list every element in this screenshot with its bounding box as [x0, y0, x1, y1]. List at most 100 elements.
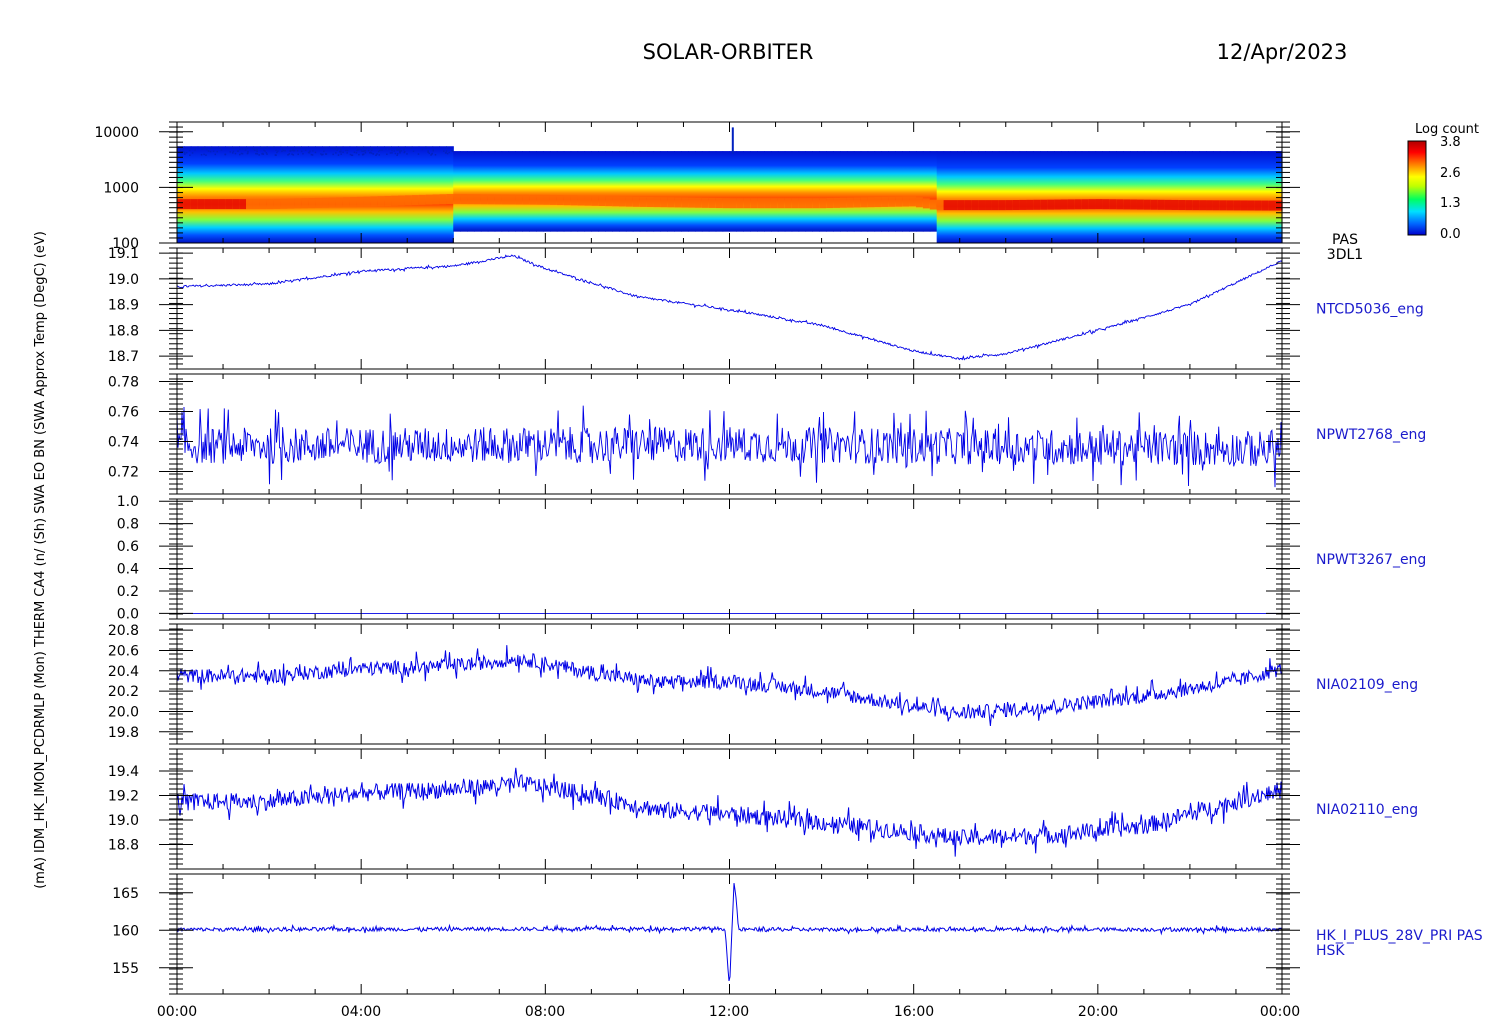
- panel-frame: [176, 247, 1283, 370]
- spectrogram-peak: [619, 196, 627, 207]
- spectrogram-speck: [264, 150, 266, 152]
- spectrogram-column: [266, 146, 275, 243]
- spectrogram-column: [1019, 151, 1028, 243]
- spectrogram-column: [301, 146, 309, 243]
- spectrogram-speck: [184, 153, 186, 155]
- spectrogram-speck: [289, 150, 291, 152]
- x-tick-label: 16:00: [894, 1004, 934, 1020]
- spectrogram-peak: [377, 196, 385, 207]
- panel-frame: [176, 873, 1283, 995]
- spectrogram-column: [391, 146, 399, 243]
- spectrogram-column: [1088, 151, 1097, 243]
- spectrogram-peak: [453, 193, 461, 204]
- spectrogram-speck: [241, 148, 244, 150]
- x-tick-label: 08:00: [525, 1004, 565, 1020]
- spectrogram-speck: [340, 151, 342, 153]
- y-tick-label: 19.8: [108, 725, 139, 741]
- spectrogram-column: [1233, 151, 1242, 243]
- spectrogram-column: [1012, 151, 1021, 243]
- spectrogram-speck: [371, 148, 373, 150]
- spectrogram-peak: [784, 198, 793, 209]
- y-tick-label: 10000: [94, 125, 139, 141]
- spectrogram-peak: [639, 196, 648, 207]
- y-tick-label: 0.8: [117, 517, 139, 533]
- spectrogram-speck: [417, 153, 420, 155]
- spectrogram-speck: [288, 153, 290, 155]
- spectrogram-column: [280, 146, 289, 243]
- spectrogram-speck: [212, 150, 215, 152]
- spectrogram-speck: [202, 147, 204, 150]
- spectrogram-speck: [307, 151, 310, 154]
- spectrogram-column: [770, 151, 779, 232]
- spectrogram-speck: [281, 148, 284, 150]
- spectrogram-peak: [826, 198, 834, 209]
- spectrogram-column: [943, 151, 952, 243]
- spectrogram-peak: [1268, 200, 1276, 211]
- spectrogram-column: [177, 146, 185, 243]
- spectrogram-speck: [252, 147, 254, 150]
- y-tick-label: 19.0: [108, 272, 139, 288]
- y-tick-label: 0.78: [108, 375, 139, 391]
- colorbar-tick-label: 0.0: [1440, 227, 1461, 242]
- spectrogram-peak: [315, 197, 323, 208]
- spectrogram-peak: [1005, 200, 1014, 211]
- spectrogram-column: [197, 146, 206, 243]
- spectrogram-column: [246, 146, 254, 243]
- spectrogram-column: [1005, 151, 1014, 243]
- spectrogram-column: [570, 151, 579, 232]
- spectrogram-speck: [189, 154, 191, 156]
- spectrogram-speck: [358, 153, 360, 156]
- spectrogram-peak: [1102, 199, 1110, 210]
- spectrogram-peak: [867, 197, 876, 208]
- spectrogram-speck: [403, 149, 405, 151]
- spectrogram-peak: [708, 197, 717, 208]
- y-tick-label: 19.4: [108, 764, 139, 780]
- spectrogram-peak: [998, 200, 1007, 211]
- spectrogram-speck: [362, 153, 364, 156]
- spectrogram-peak: [536, 194, 544, 205]
- y-tick-label: 19.0: [108, 813, 139, 829]
- spectrogram-peak: [1047, 199, 1055, 210]
- spectrogram-speck: [224, 153, 226, 156]
- spectrogram-peak: [280, 198, 289, 209]
- spectrogram-column: [646, 151, 655, 232]
- spectrogram-peak: [398, 195, 406, 206]
- spectrogram-column: [577, 151, 586, 232]
- series-line: [176, 883, 1283, 982]
- spectrogram-speck: [379, 149, 381, 151]
- spectrogram-column: [1026, 151, 1034, 243]
- spectrogram-column: [252, 146, 261, 243]
- spectrogram-peak: [729, 198, 738, 209]
- spectrogram-speck: [239, 153, 241, 156]
- spectrogram-column: [363, 146, 371, 243]
- spectrogram-speck: [191, 152, 194, 154]
- spectrogram-speck: [207, 150, 210, 152]
- spectrogram-peak: [964, 200, 972, 211]
- spectrogram-peak: [411, 195, 420, 206]
- spectrogram-column: [377, 146, 385, 243]
- spectrogram-column: [335, 146, 344, 243]
- spectrogram-speck: [183, 151, 186, 154]
- spectrogram-column: [467, 151, 475, 232]
- spectrogram-peak: [1116, 199, 1124, 210]
- spectrogram-speck: [362, 147, 364, 150]
- spectrogram-speck: [284, 149, 286, 152]
- spectrogram-speck: [331, 147, 334, 149]
- spectrogram-peak: [563, 195, 572, 206]
- spectrogram-column: [529, 151, 537, 232]
- spectrogram-column: [232, 146, 240, 243]
- spectrogram-peak: [632, 196, 641, 207]
- spectrogram-speck: [240, 152, 243, 155]
- series-line: [176, 405, 1283, 488]
- spectrogram-speck: [376, 153, 378, 155]
- spectrogram-speck: [372, 153, 375, 155]
- spectrogram-peak: [929, 199, 938, 210]
- spectrogram-column: [625, 151, 634, 232]
- spectrogram-speck: [194, 148, 196, 150]
- spectrogram-column: [985, 151, 993, 243]
- x-tick-label: 00:00: [157, 1004, 197, 1020]
- spectrogram-column: [404, 146, 413, 243]
- series-line: [176, 254, 1283, 361]
- spectrogram-peak: [971, 200, 979, 211]
- spectrogram-speck: [295, 146, 298, 149]
